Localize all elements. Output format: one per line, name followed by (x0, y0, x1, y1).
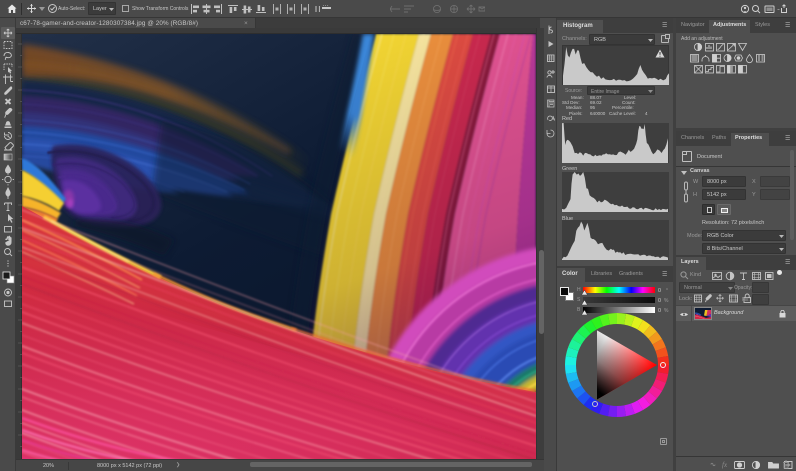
svg-text:fx: fx (722, 461, 728, 469)
